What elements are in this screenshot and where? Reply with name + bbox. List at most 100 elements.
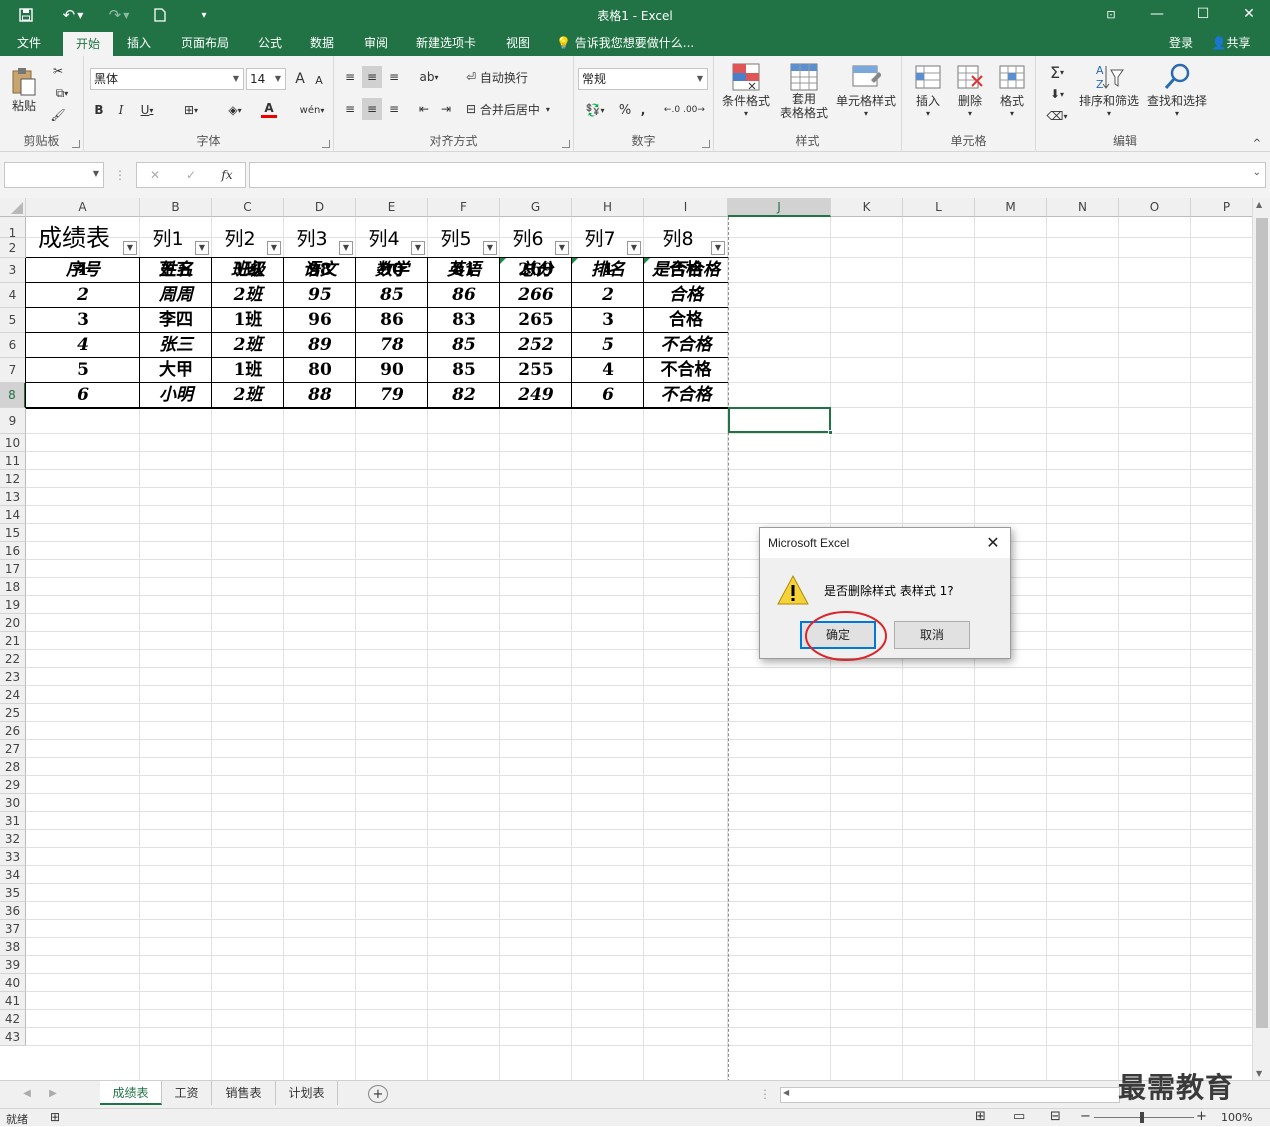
data-cell[interactable]: 4: [572, 358, 644, 383]
row-header-39[interactable]: 39: [0, 956, 26, 974]
data-cell[interactable]: 周周: [140, 283, 212, 308]
zoom-in-icon[interactable]: +: [1196, 1109, 1207, 1124]
row-header-15[interactable]: 15: [0, 524, 26, 542]
underline-button[interactable]: U ▾: [134, 100, 160, 120]
expand-formula-icon[interactable]: ⌄: [1253, 167, 1261, 178]
row-header-41[interactable]: 41: [0, 992, 26, 1010]
paste-button[interactable]: 粘贴: [8, 62, 40, 118]
wrap-text-button[interactable]: ⏎ 自动换行: [466, 66, 542, 88]
clear-icon[interactable]: ⌫ ▾: [1042, 106, 1072, 126]
row-header-23[interactable]: 23: [0, 668, 26, 686]
insert-cells-button[interactable]: 插入 ▾: [908, 62, 948, 128]
increase-decimal-icon[interactable]: ←.0: [662, 100, 682, 120]
phonetic-icon[interactable]: wén ▾: [296, 100, 328, 120]
collapse-ribbon-icon[interactable]: ^: [1250, 136, 1264, 150]
row-header-12[interactable]: 12: [0, 470, 26, 488]
row-header-28[interactable]: 28: [0, 758, 26, 776]
data-cell[interactable]: 269: [500, 258, 572, 283]
row-header-3[interactable]: 3: [0, 258, 26, 283]
conditional-format-button[interactable]: 条件格式 ▾: [718, 62, 774, 128]
decrease-decimal-icon[interactable]: .00→: [683, 100, 705, 120]
row-header-1[interactable]: 1: [0, 217, 26, 240]
data-cell[interactable]: 90: [356, 358, 428, 383]
confirm-entry-icon[interactable]: ✓: [181, 166, 201, 184]
tell-me-box[interactable]: 💡 告诉我您想要做什么...: [556, 30, 706, 56]
filter-dropdown-icon[interactable]: ▼: [411, 241, 425, 255]
data-cell[interactable]: 88: [284, 383, 356, 408]
row-header-38[interactable]: 38: [0, 938, 26, 956]
tab-insert[interactable]: 插入: [118, 30, 160, 56]
align-left-icon[interactable]: ≡: [340, 98, 360, 120]
font-size-select[interactable]: 14 ▼: [246, 68, 286, 90]
data-cell[interactable]: 83: [428, 308, 500, 333]
row-header-20[interactable]: 20: [0, 614, 26, 632]
column-header-d[interactable]: D: [284, 198, 356, 217]
row-header-34[interactable]: 34: [0, 866, 26, 884]
filter-dropdown-icon[interactable]: ▼: [339, 241, 353, 255]
sheet-tab-sales[interactable]: 销售表: [212, 1081, 276, 1105]
data-cell[interactable]: 89: [284, 333, 356, 358]
data-cell[interactable]: 6: [572, 383, 644, 408]
fill-handle[interactable]: [828, 430, 833, 435]
cut-icon[interactable]: ✂: [48, 62, 68, 80]
data-cell[interactable]: 2班: [212, 383, 284, 408]
column-header-o[interactable]: O: [1119, 198, 1191, 217]
row-header-43[interactable]: 43: [0, 1028, 26, 1046]
maximize-icon[interactable]: ☐: [1188, 3, 1218, 25]
scroll-down-icon[interactable]: ▼: [1256, 1069, 1262, 1078]
data-cell[interactable]: 4: [26, 333, 140, 358]
sheet-tab-salary[interactable]: 工资: [162, 1081, 212, 1105]
number-format-select[interactable]: 常规 ▼: [578, 68, 708, 90]
comma-button[interactable]: ,: [636, 100, 650, 120]
data-cell[interactable]: 合格: [644, 258, 728, 283]
row-header-6[interactable]: 6: [0, 333, 26, 358]
row-header-35[interactable]: 35: [0, 884, 26, 902]
data-cell[interactable]: 252: [500, 333, 572, 358]
tab-page-layout[interactable]: 页面布局: [172, 30, 238, 56]
data-cell[interactable]: 266: [500, 283, 572, 308]
horizontal-scrollbar[interactable]: ◀: [780, 1087, 1120, 1103]
filter-dropdown-icon[interactable]: ▼: [555, 241, 569, 255]
table-header-cell[interactable]: 列3: [284, 220, 340, 258]
data-cell[interactable]: 80: [284, 358, 356, 383]
data-cell[interactable]: 张三: [140, 333, 212, 358]
zoom-slider-thumb[interactable]: [1140, 1112, 1144, 1123]
data-cell[interactable]: 79: [356, 383, 428, 408]
filter-dropdown-icon[interactable]: ▼: [711, 241, 725, 255]
row-header-33[interactable]: 33: [0, 848, 26, 866]
tab-new-tab[interactable]: 新建选项卡: [408, 30, 484, 56]
data-cell[interactable]: 98: [284, 258, 356, 283]
table-header-cell[interactable]: 列2: [212, 220, 268, 258]
data-cell[interactable]: 85: [428, 333, 500, 358]
column-header-m[interactable]: M: [975, 198, 1047, 217]
data-cell[interactable]: 不合格: [644, 333, 728, 358]
column-header-k[interactable]: K: [831, 198, 903, 217]
row-header-8[interactable]: 8: [0, 383, 26, 408]
tab-formulas[interactable]: 公式: [250, 30, 290, 56]
data-cell[interactable]: 1: [572, 258, 644, 283]
formula-input[interactable]: ⌄: [249, 162, 1266, 188]
tab-file[interactable]: 文件: [8, 30, 50, 56]
split-handle-icon[interactable]: ⋮: [759, 1087, 771, 1101]
minimize-icon[interactable]: —: [1142, 3, 1172, 25]
alignment-launcher-icon[interactable]: [562, 140, 570, 148]
active-cell-j8[interactable]: [728, 407, 831, 433]
align-center-icon[interactable]: ≡: [362, 98, 382, 120]
font-launcher-icon[interactable]: [322, 140, 330, 148]
increase-indent-icon[interactable]: ⇥: [436, 98, 456, 120]
row-header-19[interactable]: 19: [0, 596, 26, 614]
column-header-p[interactable]: P: [1191, 198, 1252, 217]
page-break-view-icon[interactable]: ⊟: [1050, 1109, 1061, 1124]
row-header-37[interactable]: 37: [0, 920, 26, 938]
share-button[interactable]: 👤共享: [1206, 30, 1256, 56]
bold-button[interactable]: B: [90, 100, 108, 120]
data-cell[interactable]: 1班: [212, 358, 284, 383]
row-header-21[interactable]: 21: [0, 632, 26, 650]
merge-center-button[interactable]: ⊟ 合并后居中 ▾: [466, 98, 566, 120]
data-cell[interactable]: 5: [26, 358, 140, 383]
row-header-14[interactable]: 14: [0, 506, 26, 524]
zoom-level[interactable]: 100%: [1221, 1111, 1252, 1124]
data-cell[interactable]: 合格: [644, 283, 728, 308]
data-cell[interactable]: 1班: [212, 308, 284, 333]
tab-review[interactable]: 审阅: [355, 30, 397, 56]
